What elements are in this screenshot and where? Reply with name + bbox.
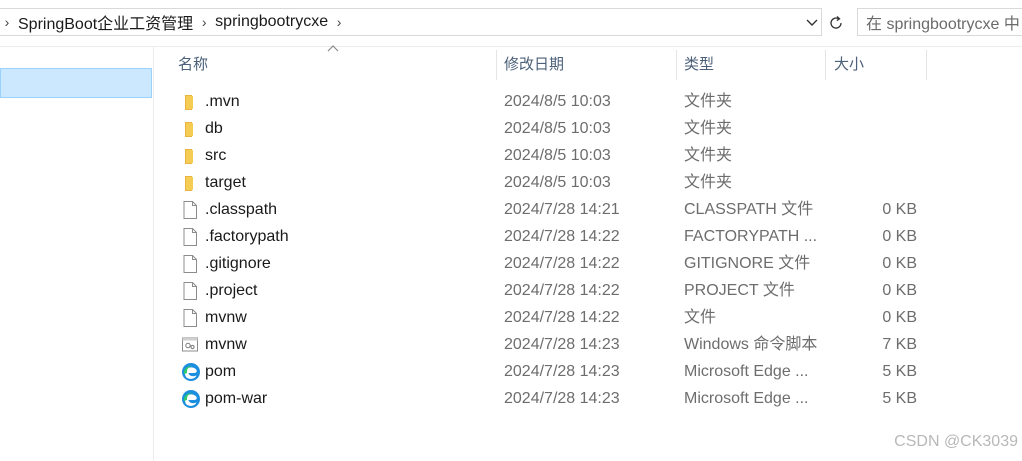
file-icon <box>181 200 199 220</box>
address-bar: › SpringBoot企业工资管理 › springbootrycxe › 在… <box>0 0 1022 46</box>
file-row[interactable]: mvnw 2024/7/28 14:22 文件 0 KB <box>160 304 940 331</box>
file-modified-date: 2024/8/5 10:03 <box>504 174 611 191</box>
file-row[interactable]: mvnw 2024/7/28 14:23 Windows 命令脚本 7 KB <box>160 331 940 358</box>
file-size <box>837 115 917 142</box>
file-icon <box>181 254 199 274</box>
refresh-icon <box>830 16 842 29</box>
folder-icon <box>181 119 199 139</box>
file-type: 文件夹 <box>684 120 733 137</box>
file-row[interactable]: pom 2024/7/28 14:23 Microsoft Edge ... 5 KB <box>160 358 940 385</box>
file-size <box>837 142 917 169</box>
navigation-pane[interactable] <box>0 47 154 461</box>
file-type: Windows 命令脚本 <box>684 336 818 353</box>
file-type: FACTORYPATH ... <box>684 228 818 245</box>
file-name: db <box>205 120 223 137</box>
script-icon <box>181 335 199 355</box>
column-divider[interactable] <box>676 50 677 80</box>
chevron-right-icon[interactable]: › <box>0 14 14 30</box>
chevron-right-icon[interactable]: › <box>197 14 211 30</box>
file-row[interactable]: .factorypath 2024/7/28 14:22 FACTORYPATH .… <box>160 223 940 250</box>
folder-icon <box>181 92 199 112</box>
chevron-right-icon[interactable]: › <box>332 14 346 30</box>
file-name: .project <box>205 282 258 299</box>
file-size: 5 KB <box>882 363 917 380</box>
file-modified-date: 2024/7/28 14:22 <box>504 228 620 245</box>
file-type: PROJECT 文件 <box>684 282 795 299</box>
file-modified-date: 2024/7/28 14:22 <box>504 255 620 272</box>
file-row[interactable]: .mvn 2024/8/5 10:03 文件夹 <box>160 88 940 115</box>
file-row[interactable]: src 2024/8/5 10:03 文件夹 <box>160 142 940 169</box>
column-divider[interactable] <box>496 50 497 80</box>
file-name: target <box>205 174 246 191</box>
file-size: 0 KB <box>882 255 917 272</box>
file-name: .classpath <box>205 201 278 218</box>
file-row[interactable]: db 2024/8/5 10:03 文件夹 <box>160 115 940 142</box>
breadcrumb[interactable]: › SpringBoot企业工资管理 › springbootrycxe › <box>0 8 822 36</box>
search-input[interactable]: 在 springbootrycxe 中 <box>857 8 1022 36</box>
file-name: pom <box>205 363 237 380</box>
edge-icon <box>181 362 200 382</box>
folder-icon <box>181 173 199 193</box>
file-icon <box>181 308 199 328</box>
file-modified-date: 2024/7/28 14:23 <box>504 390 620 407</box>
file-name: pom-war <box>205 390 268 407</box>
file-type: Microsoft Edge ... <box>684 363 809 380</box>
breadcrumb-item-parent[interactable]: SpringBoot企业工资管理 <box>14 10 197 34</box>
file-name: .gitignore <box>205 255 271 272</box>
folder-icon <box>181 146 199 166</box>
watermark: CSDN @CK3039 <box>894 433 1018 450</box>
column-divider[interactable] <box>926 50 927 80</box>
column-header-name[interactable]: 名称 <box>172 50 497 80</box>
column-header-type[interactable]: 类型 <box>678 50 824 80</box>
file-name: .factorypath <box>205 228 289 245</box>
file-size <box>837 169 917 196</box>
file-type: 文件夹 <box>684 174 733 191</box>
address-history-dropdown[interactable] <box>802 13 822 33</box>
breadcrumb-item-current[interactable]: springbootrycxe <box>211 13 332 31</box>
file-modified-date: 2024/7/28 14:23 <box>504 336 620 353</box>
file-modified-date: 2024/7/28 14:22 <box>504 282 620 299</box>
file-type: 文件夹 <box>684 147 733 164</box>
file-name: src <box>205 147 227 164</box>
column-divider[interactable] <box>825 50 826 80</box>
edge-icon <box>181 389 200 409</box>
refresh-button[interactable] <box>824 10 848 36</box>
column-header-row: 名称 修改日期 类型 大小 <box>160 50 1022 80</box>
column-header-date[interactable]: 修改日期 <box>498 50 676 80</box>
file-name: .mvn <box>205 93 240 110</box>
file-icon <box>181 227 199 247</box>
chevron-down-icon <box>806 19 818 26</box>
column-header-size[interactable]: 大小 <box>828 50 926 80</box>
file-modified-date: 2024/7/28 14:21 <box>504 201 620 218</box>
file-name: mvnw <box>205 309 247 326</box>
file-size: 0 KB <box>882 282 917 299</box>
nav-item-selected[interactable] <box>0 68 152 98</box>
file-row[interactable]: .gitignore 2024/7/28 14:22 GITIGNORE 文件 0 K… <box>160 250 940 277</box>
file-size: 0 KB <box>882 228 917 245</box>
file-type: 文件 <box>684 309 717 326</box>
file-modified-date: 2024/7/28 14:22 <box>504 309 620 326</box>
file-modified-date: 2024/8/5 10:03 <box>504 93 611 110</box>
file-row[interactable]: target 2024/8/5 10:03 文件夹 <box>160 169 940 196</box>
file-size: 0 KB <box>882 309 917 326</box>
file-size: 5 KB <box>882 390 917 407</box>
file-size <box>837 88 917 115</box>
file-modified-date: 2024/7/28 14:23 <box>504 363 620 380</box>
file-size: 7 KB <box>882 336 917 353</box>
file-modified-date: 2024/8/5 10:03 <box>504 120 611 137</box>
file-modified-date: 2024/8/5 10:03 <box>504 147 611 164</box>
file-row[interactable]: .project 2024/7/28 14:22 PROJECT 文件 0 KB <box>160 277 940 304</box>
file-row[interactable]: pom-war 2024/7/28 14:23 Microsoft Edge ...… <box>160 385 940 412</box>
file-icon <box>181 281 199 301</box>
file-type: GITIGNORE 文件 <box>684 255 811 272</box>
file-size: 0 KB <box>882 201 917 218</box>
file-row[interactable]: .classpath 2024/7/28 14:21 CLASSPATH 文件 0 K… <box>160 196 940 223</box>
file-name: mvnw <box>205 336 247 353</box>
file-type: Microsoft Edge ... <box>684 390 809 407</box>
file-type: CLASSPATH 文件 <box>684 201 814 218</box>
file-type: 文件夹 <box>684 93 733 110</box>
